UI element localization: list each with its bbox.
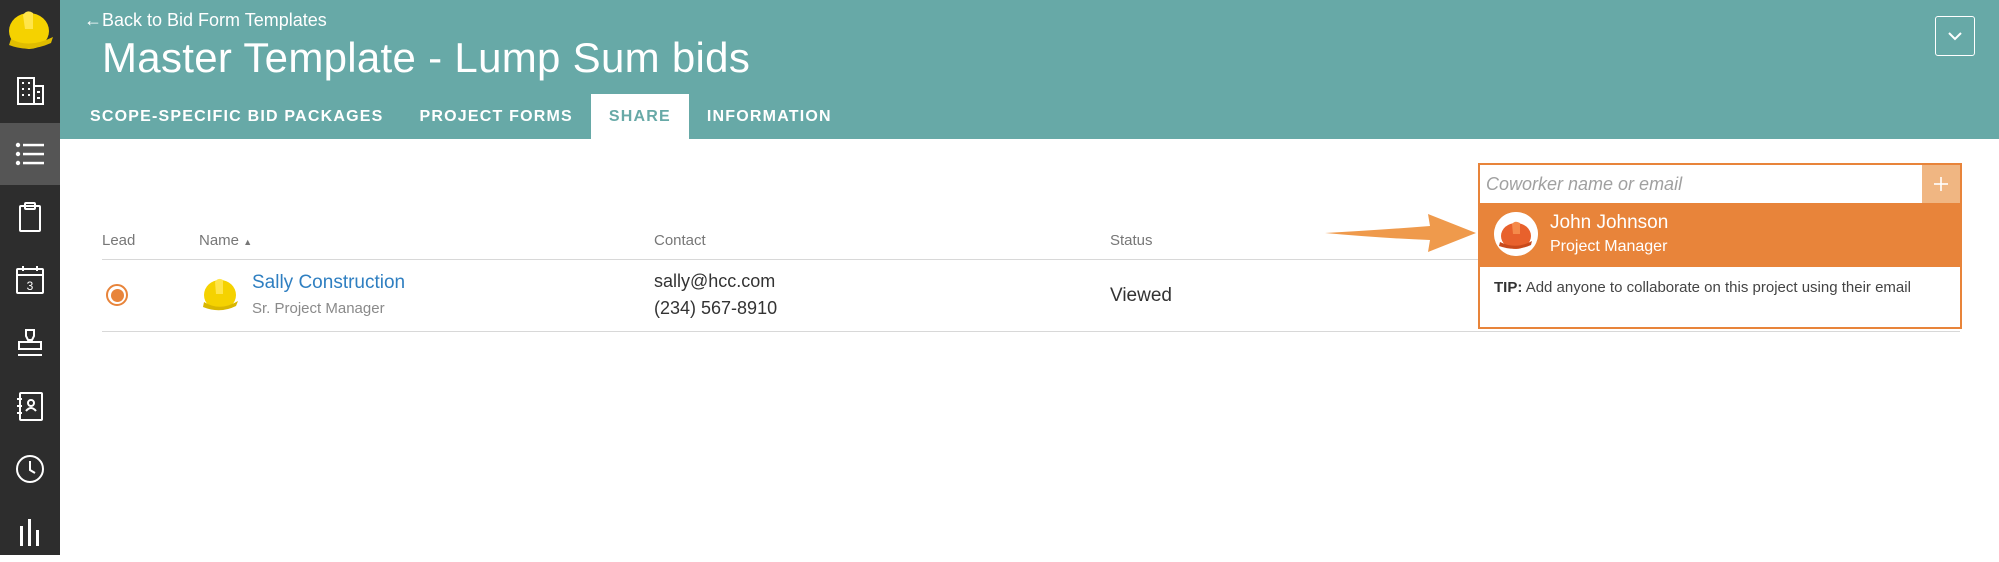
tab-project-forms[interactable]: PROJECT FORMS <box>401 94 590 139</box>
sort-asc-icon: ▲ <box>243 237 253 247</box>
sidebar-item-directory[interactable] <box>0 375 60 437</box>
column-header-name[interactable]: Name ▲ <box>199 232 252 249</box>
back-arrow-icon: ← <box>84 10 102 30</box>
row-email: sally@hcc.com <box>654 271 776 291</box>
contacts-book-icon <box>17 392 43 421</box>
sidebar-item-bid-forms[interactable] <box>0 123 60 185</box>
row-phone: (234) 567-8910 <box>654 298 778 318</box>
share-coworker-box: John Johnson Project Manager TIP: Add an… <box>1478 163 1962 329</box>
coworker-role: Project Manager <box>1550 238 1668 255</box>
clock-icon <box>16 455 44 483</box>
sidebar-item-approvals[interactable] <box>0 312 60 374</box>
tab-scope-specific-bid-packages[interactable]: SCOPE-SPECIFIC BID PACKAGES <box>60 94 401 139</box>
building-icon <box>17 77 44 105</box>
bar-chart-icon <box>20 519 39 546</box>
coworker-suggestion-item[interactable]: John Johnson Project Manager <box>1480 203 1960 267</box>
column-header-name-label: Name <box>199 232 240 249</box>
coworker-name: John Johnson <box>1550 212 1669 233</box>
lead-radio[interactable] <box>106 284 128 306</box>
tip-text: Add anyone to collaborate on this projec… <box>1525 279 1911 296</box>
tab-information[interactable]: INFORMATION <box>689 94 850 139</box>
back-link[interactable]: ←Back to Bid Form Templates <box>84 10 327 31</box>
tab-share[interactable]: SHARE <box>590 94 689 139</box>
column-header-status: Status <box>1110 232 1153 249</box>
tab-bar: SCOPE-SPECIFIC BID PACKAGES PROJECT FORM… <box>60 94 850 139</box>
stamp-icon <box>18 329 42 356</box>
sidebar-item-calendar[interactable]: 3 <box>0 249 60 311</box>
sidebar-item-forms[interactable] <box>0 186 60 248</box>
page-header: ←Back to Bid Form Templates Master Templ… <box>60 0 1999 139</box>
chevron-down-icon <box>1948 32 1962 41</box>
hardhat-avatar-icon <box>203 278 238 311</box>
clipboard-icon <box>19 202 41 232</box>
sidebar-item-projects[interactable] <box>0 60 60 122</box>
header-menu-button[interactable] <box>1935 16 1975 56</box>
share-tip: TIP: Add anyone to collaborate on this p… <box>1494 277 1944 299</box>
row-company-name[interactable]: Sally Construction <box>252 272 405 294</box>
sidebar-item-history[interactable] <box>0 438 60 500</box>
sidebar-item-reports[interactable] <box>0 500 60 562</box>
calendar-day: 3 <box>27 279 34 293</box>
add-coworker-button[interactable] <box>1922 165 1960 203</box>
row-contact-title: Sr. Project Manager <box>252 300 385 317</box>
tip-label: TIP: <box>1494 279 1523 296</box>
orange-hardhat-icon <box>1494 212 1538 256</box>
column-header-lead: Lead <box>102 232 136 249</box>
callout-arrow-icon <box>1325 214 1476 252</box>
coworker-avatar <box>1494 212 1538 256</box>
row-status: Viewed <box>1110 285 1172 306</box>
column-header-contact: Contact <box>654 232 706 249</box>
lead-radio-dot <box>110 288 124 302</box>
sidebar: 3 <box>0 0 60 555</box>
list-icon <box>15 142 44 166</box>
back-link-label: Back to Bid Form Templates <box>102 10 327 30</box>
plus-icon <box>1934 177 1948 191</box>
calendar-icon: 3 <box>16 266 44 294</box>
hardhat-logo-icon[interactable] <box>3 3 57 55</box>
coworker-search-input[interactable] <box>1480 165 1922 203</box>
page-title: Master Template - Lump Sum bids <box>102 34 751 81</box>
